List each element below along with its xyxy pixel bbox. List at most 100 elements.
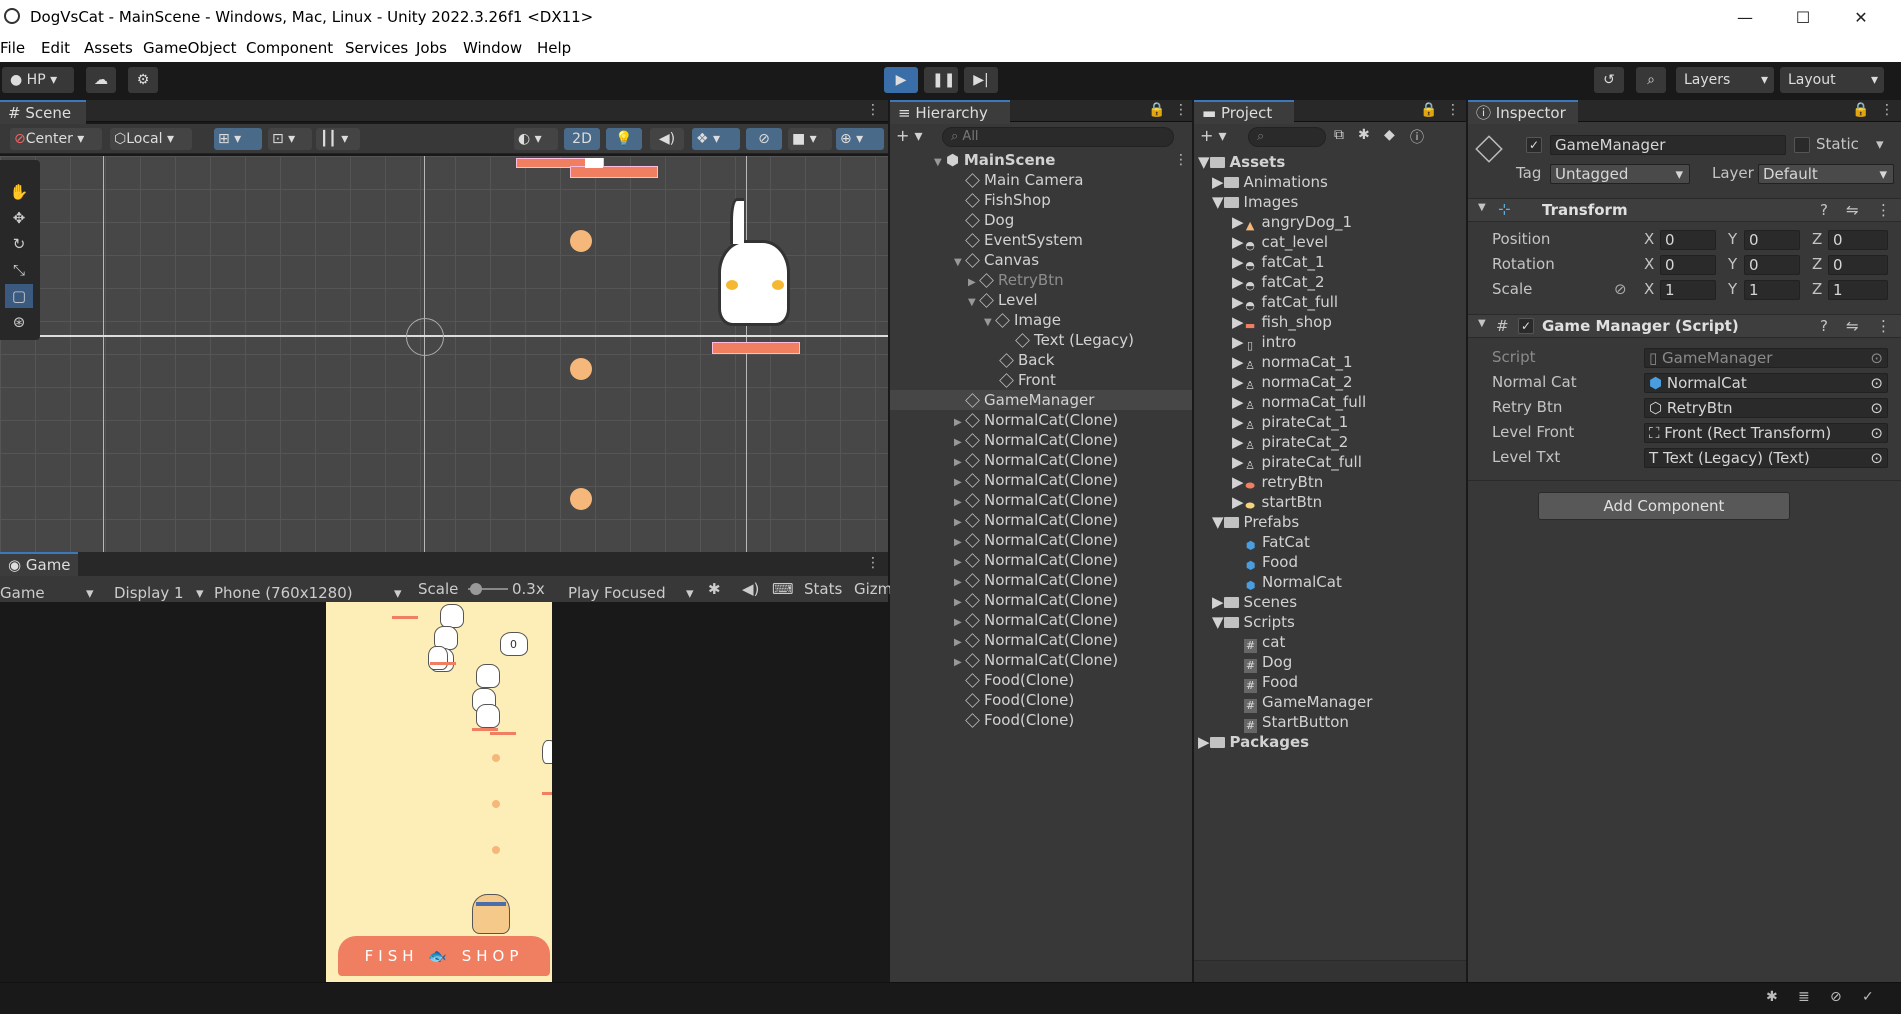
project-asset[interactable]: ▶ ◓ fatCat_2: [1194, 272, 1325, 292]
hierarchy-item[interactable]: ▶ NormalCat(Clone): [890, 530, 1192, 550]
space-dropdown[interactable]: ⬡Local ▾: [110, 128, 192, 150]
tab-hierarchy[interactable]: ≡ Hierarchy: [890, 100, 1010, 124]
hierarchy-item[interactable]: ▶ NormalCat(Clone): [890, 650, 1192, 670]
gizmos-button[interactable]: Gizm: [854, 580, 892, 598]
project-asset[interactable]: ▶ ♙ pirateCat_full: [1194, 452, 1362, 472]
project-folder[interactable]: ▼ Prefabs: [1194, 512, 1299, 532]
hierarchy-item[interactable]: Front: [890, 370, 1192, 390]
grid-snap-button[interactable]: ⊞ ▾: [214, 128, 262, 150]
position-y-field[interactable]: 0: [1744, 230, 1800, 250]
draw-mode-button[interactable]: ◐ ▾: [514, 128, 558, 150]
hierarchy-item[interactable]: Food(Clone): [890, 690, 1192, 710]
rotation-z-field[interactable]: 0: [1828, 255, 1888, 275]
rect-tool-icon[interactable]: ▢: [5, 284, 33, 308]
project-asset[interactable]: ▶ ♙ normaCat_full: [1194, 392, 1366, 412]
maximize-button[interactable]: ☐: [1774, 2, 1832, 34]
scale-x-field[interactable]: 1: [1660, 280, 1716, 300]
project-folder[interactable]: ▶ Packages: [1194, 732, 1309, 752]
project-asset[interactable]: # Dog: [1194, 652, 1292, 673]
mute-audio-icon[interactable]: ◀): [742, 580, 759, 598]
project-asset[interactable]: # GameManager: [1194, 692, 1372, 713]
hierarchy-item[interactable]: ▶ NormalCat(Clone): [890, 570, 1192, 590]
menu-edit[interactable]: Edit: [41, 39, 70, 57]
gizmos-button[interactable]: ⊕ ▾: [836, 128, 884, 150]
hierarchy-item[interactable]: ▼ Canvas: [890, 250, 1192, 270]
more-options-icon[interactable]: ⋮: [1446, 102, 1460, 118]
camera-button[interactable]: ■ ▾: [788, 128, 832, 150]
hierarchy-item[interactable]: ▶ NormalCat(Clone): [890, 610, 1192, 630]
scale-z-field[interactable]: 1: [1828, 280, 1888, 300]
effects-button[interactable]: ❖ ▾: [692, 128, 740, 150]
slider-handle[interactable]: [470, 583, 482, 595]
hierarchy-item[interactable]: Main Camera: [890, 170, 1192, 190]
project-folder[interactable]: ▼ Images: [1194, 192, 1298, 212]
network-icon[interactable]: ⊘: [1830, 989, 1842, 1005]
add-button[interactable]: + ▾: [1200, 126, 1227, 145]
tag-dropdown[interactable]: Untagged ▾: [1550, 164, 1690, 184]
search-button[interactable]: ⌕: [1636, 67, 1666, 93]
project-asset[interactable]: ▶ ▯ intro: [1194, 332, 1296, 352]
position-z-field[interactable]: 0: [1828, 230, 1888, 250]
project-folder[interactable]: ▼ Scripts: [1194, 612, 1295, 632]
info-icon[interactable]: ⓘ: [1410, 127, 1424, 147]
hierarchy-item[interactable]: Food(Clone): [890, 670, 1192, 690]
hierarchy-item[interactable]: ▶ RetryBtn: [890, 270, 1192, 290]
normal-cat-field[interactable]: ⬢ NormalCat ⊙: [1644, 373, 1888, 393]
menu-jobs[interactable]: Jobs: [416, 39, 447, 57]
project-asset[interactable]: ▶ ⬬ retryBtn: [1194, 472, 1323, 492]
project-asset[interactable]: ▶ ◓ fatCat_1: [1194, 252, 1325, 272]
stats-button[interactable]: Stats: [804, 580, 842, 598]
transform-header[interactable]: ▼ ⊹ Transform ? ⇋ ⋮: [1468, 198, 1901, 222]
scale-tool-icon[interactable]: ⤡: [5, 258, 33, 282]
hierarchy-item[interactable]: EventSystem: [890, 230, 1192, 250]
hierarchy-item[interactable]: ▶ NormalCat(Clone): [890, 630, 1192, 650]
play-button[interactable]: ▶: [884, 67, 918, 93]
tab-scene[interactable]: # Scene: [0, 100, 86, 124]
preset-icon[interactable]: ⇋: [1846, 201, 1859, 219]
tab-inspector[interactable]: ⓘ Inspector: [1468, 100, 1578, 124]
tab-project[interactable]: ▬ Project: [1194, 100, 1294, 124]
filter-icon[interactable]: ⧉: [1334, 127, 1344, 143]
close-button[interactable]: ✕: [1832, 2, 1890, 34]
add-component-button[interactable]: Add Component: [1538, 492, 1790, 520]
menu-window[interactable]: Window: [463, 39, 522, 57]
hierarchy-item[interactable]: ▶ NormalCat(Clone): [890, 550, 1192, 570]
menu-services[interactable]: Services: [345, 39, 408, 57]
hand-tool-icon[interactable]: ✋: [5, 180, 33, 204]
object-picker-icon[interactable]: ⊙: [1870, 374, 1883, 392]
project-asset[interactable]: ▶ ◓ cat_level: [1194, 232, 1328, 252]
script-component-header[interactable]: ▼ # ✓ Game Manager (Script) ? ⇋ ⋮: [1468, 314, 1901, 338]
hierarchy-item[interactable]: ▶ NormalCat(Clone): [890, 450, 1192, 470]
project-asset[interactable]: ▶ ♙ pirateCat_2: [1194, 432, 1348, 452]
cloud-button[interactable]: ☁: [86, 67, 116, 93]
check-icon[interactable]: ✓: [1862, 989, 1874, 1005]
2d-toggle[interactable]: 2D: [564, 128, 600, 150]
move-tool-icon[interactable]: ✥: [5, 206, 33, 230]
menu-file[interactable]: File: [0, 39, 25, 57]
menu-gameobject[interactable]: GameObject: [143, 39, 237, 57]
hierarchy-item[interactable]: Dog: [890, 210, 1192, 230]
project-asset[interactable]: ▶ ◓ fatCat_full: [1194, 292, 1338, 312]
debug-icon[interactable]: ✱: [1766, 989, 1778, 1005]
object-picker-icon[interactable]: ⊙: [1870, 399, 1883, 417]
lock-icon[interactable]: 🔒: [1852, 102, 1869, 118]
bug-icon[interactable]: ✱: [708, 580, 721, 598]
keyboard-icon[interactable]: ⌨: [772, 580, 794, 598]
minimize-button[interactable]: —: [1716, 2, 1774, 34]
project-asset[interactable]: ▶ ♙ normaCat_2: [1194, 372, 1353, 392]
increment-snap-button[interactable]: ⊡ ▾: [268, 128, 312, 150]
project-asset[interactable]: ▶▬ fish_shop: [1194, 312, 1332, 332]
project-folder[interactable]: ▶ Animations: [1194, 172, 1328, 192]
project-asset[interactable]: # cat: [1194, 632, 1285, 653]
project-asset[interactable]: ▶ ♙ pirateCat_1: [1194, 412, 1348, 432]
project-horizontal-scrollbar[interactable]: [1194, 960, 1466, 982]
project-search-input[interactable]: ⌕: [1248, 127, 1326, 147]
collab-button[interactable]: ⚙: [128, 67, 158, 93]
lighting-toggle[interactable]: 💡: [606, 128, 642, 150]
chevron-down-icon[interactable]: ▾: [1876, 135, 1884, 153]
pause-button[interactable]: ❚❚: [924, 67, 958, 93]
hierarchy-item[interactable]: ▶ NormalCat(Clone): [890, 470, 1192, 490]
object-picker-icon[interactable]: ⊙: [1870, 424, 1883, 442]
project-asset[interactable]: ▶ ⬬ startBtn: [1194, 492, 1322, 512]
layer-dropdown[interactable]: Default ▾: [1758, 164, 1894, 184]
